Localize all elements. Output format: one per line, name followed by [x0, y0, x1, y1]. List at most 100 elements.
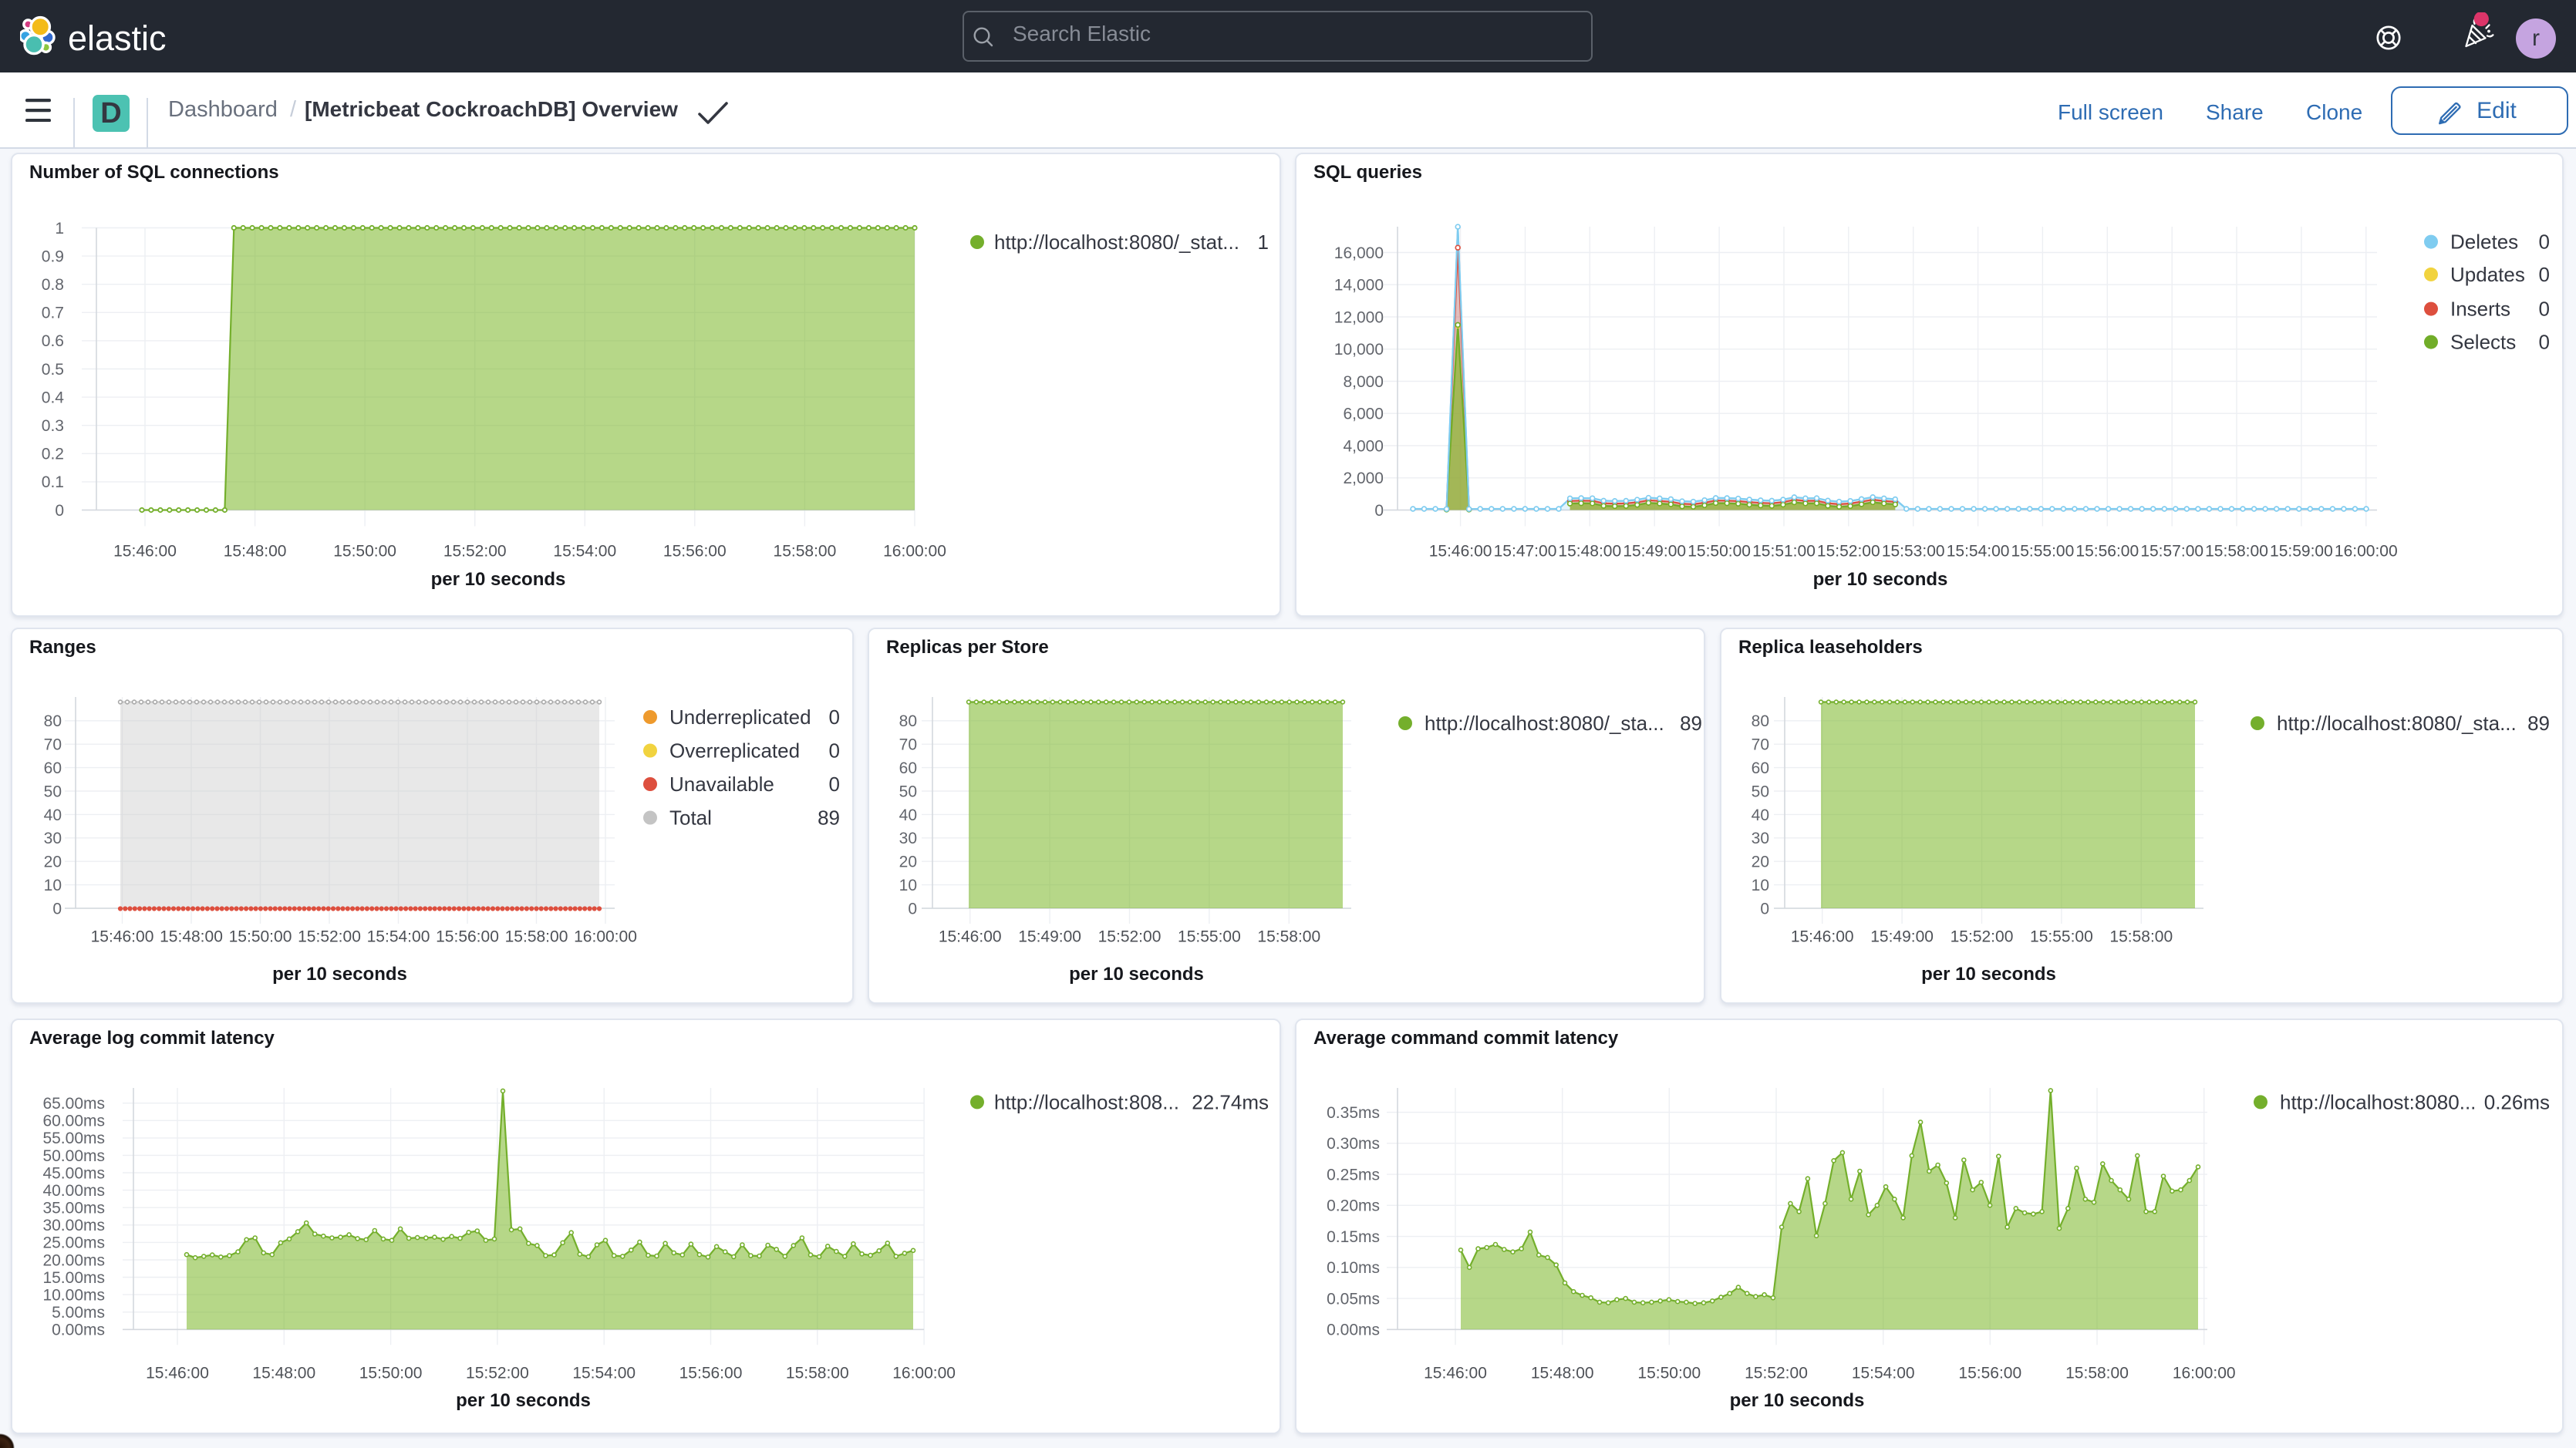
svg-text:15:56:00: 15:56:00: [1958, 1364, 2021, 1382]
svg-text:15:58:00: 15:58:00: [774, 542, 837, 560]
svg-text:4,000: 4,000: [1343, 437, 1384, 455]
svg-text:15:49:00: 15:49:00: [1018, 928, 1081, 945]
svg-text:0.5: 0.5: [42, 361, 64, 379]
svg-text:0: 0: [829, 739, 840, 763]
svg-text:60: 60: [44, 759, 62, 777]
svg-text:20: 20: [44, 854, 62, 871]
svg-text:15:50:00: 15:50:00: [1637, 1364, 1701, 1382]
svg-text:70: 70: [44, 736, 62, 754]
svg-text:per 10 seconds: per 10 seconds: [431, 569, 566, 590]
svg-text:0.1: 0.1: [42, 473, 64, 491]
svg-text:0.4: 0.4: [42, 389, 65, 407]
svg-text:15:50:00: 15:50:00: [333, 542, 396, 560]
svg-text:50: 50: [899, 783, 917, 800]
svg-text:15:53:00: 15:53:00: [1882, 542, 1945, 560]
svg-text:15:46:00: 15:46:00: [91, 928, 154, 945]
svg-text:15:58:00: 15:58:00: [1257, 928, 1320, 945]
svg-text:15:52:00: 15:52:00: [1098, 928, 1162, 945]
svg-text:10: 10: [899, 877, 917, 894]
svg-text:70: 70: [1752, 736, 1769, 754]
svg-text:2,000: 2,000: [1343, 470, 1384, 487]
svg-text:15:51:00: 15:51:00: [1752, 542, 1816, 560]
svg-text:Underreplicated: Underreplicated: [669, 705, 811, 729]
svg-text:60.00ms: 60.00ms: [42, 1113, 105, 1130]
svg-text:30: 30: [899, 830, 917, 847]
svg-text:per 10 seconds: per 10 seconds: [1069, 964, 1204, 985]
svg-text:60: 60: [1752, 759, 1769, 777]
svg-text:15:50:00: 15:50:00: [359, 1364, 423, 1382]
svg-text:15:52:00: 15:52:00: [298, 928, 361, 945]
svg-text:0: 0: [908, 900, 917, 918]
svg-text:16:00:00: 16:00:00: [892, 1364, 956, 1382]
svg-text:15:59:00: 15:59:00: [2270, 542, 2333, 560]
svg-text:15:58:00: 15:58:00: [2065, 1364, 2129, 1382]
svg-text:1: 1: [1258, 231, 1269, 254]
svg-text:60: 60: [899, 759, 917, 777]
svg-text:0.15ms: 0.15ms: [1327, 1228, 1380, 1246]
svg-text:15:56:00: 15:56:00: [436, 928, 499, 945]
svg-text:15:52:00: 15:52:00: [466, 1364, 529, 1382]
svg-text:Selects: Selects: [2450, 331, 2516, 354]
svg-text:Overreplicated: Overreplicated: [669, 739, 800, 763]
svg-text:Deletes: Deletes: [2450, 231, 2518, 254]
svg-text:40.00ms: 40.00ms: [42, 1182, 105, 1200]
svg-text:0.30ms: 0.30ms: [1327, 1135, 1380, 1153]
svg-text:15:48:00: 15:48:00: [224, 542, 287, 560]
svg-text:0: 0: [1374, 502, 1384, 520]
svg-text:0: 0: [2539, 263, 2550, 286]
svg-text:40: 40: [44, 807, 62, 824]
svg-text:Unavailable: Unavailable: [669, 773, 774, 796]
svg-text:15:49:00: 15:49:00: [1623, 542, 1686, 560]
svg-text:0.25ms: 0.25ms: [1327, 1166, 1380, 1184]
svg-text:16:00:00: 16:00:00: [2173, 1364, 2236, 1382]
svg-text:0.9: 0.9: [42, 248, 64, 266]
svg-text:30: 30: [44, 830, 62, 847]
svg-text:0.00ms: 0.00ms: [52, 1322, 105, 1339]
svg-text:0.00ms: 0.00ms: [1327, 1322, 1380, 1339]
svg-text:14,000: 14,000: [1334, 277, 1384, 295]
svg-text:16:00:00: 16:00:00: [2335, 542, 2398, 560]
svg-text:16:00:00: 16:00:00: [883, 542, 946, 560]
svg-text:15:55:00: 15:55:00: [2030, 928, 2093, 945]
svg-text:6,000: 6,000: [1343, 406, 1384, 423]
svg-text:per 10 seconds: per 10 seconds: [1730, 1390, 1865, 1411]
svg-text:40: 40: [899, 807, 917, 824]
svg-text:15:57:00: 15:57:00: [2140, 542, 2203, 560]
svg-text:10: 10: [1752, 877, 1769, 894]
svg-text:0.8: 0.8: [42, 276, 64, 294]
svg-text:15:56:00: 15:56:00: [679, 1364, 743, 1382]
svg-text:70: 70: [899, 736, 917, 754]
svg-text:1: 1: [55, 220, 64, 237]
svg-text:10.00ms: 10.00ms: [42, 1287, 105, 1305]
svg-text:12,000: 12,000: [1334, 308, 1384, 326]
svg-text:0.7: 0.7: [42, 305, 64, 322]
svg-text:15:56:00: 15:56:00: [2075, 542, 2139, 560]
svg-text:15:46:00: 15:46:00: [1424, 1364, 1487, 1382]
svg-text:15:48:00: 15:48:00: [1531, 1364, 1594, 1382]
svg-text:0: 0: [2539, 231, 2550, 254]
svg-text:50: 50: [1752, 783, 1769, 800]
svg-text:15.00ms: 15.00ms: [42, 1269, 105, 1287]
svg-text:45.00ms: 45.00ms: [42, 1164, 105, 1182]
svg-text:0.3: 0.3: [42, 417, 64, 435]
svg-text:http://localhost:8080/_sta...: http://localhost:8080/_sta...: [1425, 712, 1664, 735]
svg-text:0: 0: [829, 705, 840, 729]
svg-text:15:58:00: 15:58:00: [2205, 542, 2268, 560]
svg-text:15:58:00: 15:58:00: [2109, 928, 2173, 945]
svg-text:15:56:00: 15:56:00: [663, 542, 727, 560]
svg-text:20: 20: [1752, 854, 1769, 871]
svg-text:0.35ms: 0.35ms: [1327, 1104, 1380, 1122]
svg-text:89: 89: [818, 807, 840, 830]
svg-text:15:52:00: 15:52:00: [1951, 928, 2014, 945]
svg-text:0: 0: [1760, 900, 1769, 918]
svg-text:20.00ms: 20.00ms: [42, 1251, 105, 1269]
svg-text:0.05ms: 0.05ms: [1327, 1290, 1380, 1308]
svg-text:per 10 seconds: per 10 seconds: [1921, 964, 2056, 985]
svg-text:15:52:00: 15:52:00: [1817, 542, 1880, 560]
svg-text:http://localhost:808...: http://localhost:808...: [994, 1091, 1179, 1114]
svg-text:http://localhost:8080...: http://localhost:8080...: [2280, 1091, 2476, 1114]
svg-text:http://localhost:8080/_sta...: http://localhost:8080/_sta...: [2277, 712, 2517, 735]
svg-text:15:55:00: 15:55:00: [2011, 542, 2075, 560]
svg-text:15:50:00: 15:50:00: [1688, 542, 1751, 560]
svg-text:50: 50: [44, 783, 62, 800]
